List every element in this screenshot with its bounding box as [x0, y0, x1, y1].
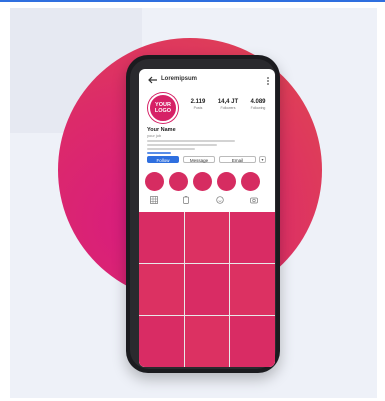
top-accent-line — [0, 0, 385, 2]
grid-icon[interactable] — [150, 196, 158, 204]
follow-button[interactable]: Follow — [147, 156, 179, 163]
stat-following[interactable]: 4.089 Following — [243, 99, 273, 110]
message-button[interactable]: Message — [183, 156, 215, 163]
story-highlight[interactable] — [193, 172, 212, 191]
stat-posts-value: 2.119 — [190, 99, 206, 105]
bio-link[interactable] — [147, 152, 171, 154]
stat-followers-value: 14,4 JT — [217, 99, 239, 105]
chevron-down-icon[interactable]: ▾ — [259, 156, 266, 163]
post-thumbnail[interactable] — [139, 316, 184, 367]
email-button[interactable]: Email — [219, 156, 256, 163]
post-grid — [139, 212, 275, 367]
stat-followers-label: Followers — [220, 106, 236, 110]
post-thumbnail[interactable] — [139, 264, 184, 315]
stat-following-label: Following — [250, 106, 266, 110]
profile-handle: your job — [147, 133, 162, 138]
emoji-icon[interactable] — [216, 196, 224, 204]
post-thumbnail[interactable] — [184, 316, 230, 367]
story-highlight[interactable] — [169, 172, 188, 191]
post-thumbnail[interactable] — [230, 264, 275, 315]
back-arrow-icon[interactable] — [148, 76, 158, 84]
profile-stats: 2.119 Posts 14,4 JT Followers 4.089 Foll… — [183, 99, 273, 119]
stat-following-value: 4.089 — [250, 99, 266, 105]
story-highlight[interactable] — [217, 172, 236, 191]
post-thumbnail[interactable] — [230, 212, 275, 263]
phone-screen: Loremipsum YOUR LOGO 2.119 Posts 14,4 JT… — [139, 69, 275, 367]
profile-username: Loremipsum — [161, 76, 198, 82]
background: Loremipsum YOUR LOGO 2.119 Posts 14,4 JT… — [0, 0, 385, 401]
story-highlight[interactable] — [241, 172, 260, 191]
phone-bezel: Loremipsum YOUR LOGO 2.119 Posts 14,4 JT… — [130, 59, 276, 369]
bio-line — [147, 140, 235, 142]
app-bar: Loremipsum — [139, 69, 275, 91]
post-thumbnail[interactable] — [230, 316, 275, 367]
more-icon[interactable] — [267, 77, 269, 85]
stat-followers[interactable]: 14,4 JT Followers — [213, 99, 243, 110]
bio-line — [147, 144, 217, 146]
camera-icon[interactable] — [250, 196, 258, 204]
phone-mockup: Loremipsum YOUR LOGO 2.119 Posts 14,4 JT… — [126, 55, 280, 373]
post-thumbnail[interactable] — [184, 212, 230, 263]
stat-posts[interactable]: 2.119 Posts — [183, 99, 213, 110]
tagged-icon[interactable] — [182, 196, 190, 204]
story-highlight[interactable] — [145, 172, 164, 191]
post-thumbnail[interactable] — [139, 212, 184, 263]
profile-avatar-logo[interactable]: YOUR LOGO — [148, 93, 178, 123]
post-thumbnail[interactable] — [184, 264, 230, 315]
stat-posts-label: Posts — [193, 106, 203, 110]
bio-line — [147, 148, 195, 150]
logo-text-line2: LOGO — [154, 108, 172, 114]
